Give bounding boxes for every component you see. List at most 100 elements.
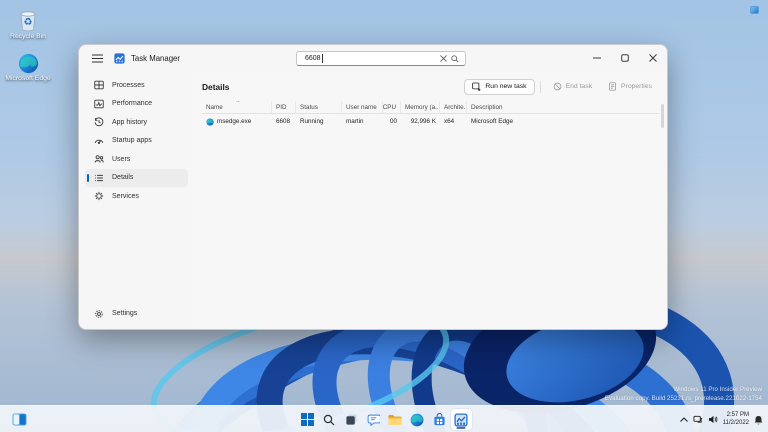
performance-icon (94, 99, 104, 109)
network-icon[interactable] (693, 415, 703, 424)
column-header-status[interactable]: Status (296, 100, 342, 114)
edge-icon (4, 53, 52, 74)
cell-status: Running (300, 118, 324, 125)
scrollbar-thumb[interactable] (661, 104, 664, 128)
pane-toolbar: Details Run new task End task Properties (202, 76, 659, 97)
taskbar-search-button[interactable] (319, 409, 340, 430)
end-task-icon (553, 82, 561, 91)
details-icon (95, 174, 103, 181)
desktop-icon-label: Microsoft Edge (5, 75, 51, 83)
sidebar-item-label: Services (112, 192, 139, 200)
desktop-icon-recycle-bin[interactable]: ♻ Recycle Bin (4, 8, 52, 41)
window-controls (583, 45, 667, 71)
task-manager-window: Task Manager 6608 Processes Performance … (78, 44, 668, 330)
table-row[interactable]: msedge.exe 6608 Running martin 00 92,996… (202, 114, 659, 129)
sidebar-item-label: Processes (112, 81, 145, 89)
sidebar-item-label: Users (112, 155, 131, 163)
corner-widget-icon (750, 6, 759, 14)
file-explorer-button[interactable] (385, 409, 406, 430)
services-icon (94, 192, 104, 201)
details-table: Name PID Status User name CPU Memory (a.… (202, 100, 659, 129)
tray-chevron-up-icon[interactable] (679, 417, 688, 422)
microsoft-store-icon (433, 413, 445, 426)
sidebar-item-label: App history (112, 118, 148, 126)
chat-button[interactable] (363, 409, 384, 430)
sidebar-item-label: Startup apps (112, 137, 152, 145)
search-icon (323, 414, 335, 425)
windows-start-icon (300, 413, 314, 426)
sidebar-item-app-history[interactable]: App history (85, 113, 188, 132)
task-manager-button[interactable] (450, 409, 472, 430)
svg-text:♻: ♻ (24, 17, 33, 28)
end-task-label: End task (565, 83, 593, 90)
column-header-name[interactable]: Name (202, 100, 272, 114)
properties-icon (609, 82, 616, 91)
processes-icon (94, 80, 104, 90)
watermark-line1: Windows 11 Pro Insider Preview (673, 386, 762, 394)
cell-cpu: 00 (389, 118, 397, 125)
clock[interactable]: 2:57 PM 11/2/2022 (723, 412, 749, 427)
sidebar-item-label: Settings (112, 310, 138, 318)
task-manager-app-icon (114, 52, 125, 64)
run-new-task-icon (472, 82, 481, 91)
build-watermark: Windows 11 Pro Insider Preview Evaluatio… (605, 386, 762, 403)
sidebar-item-details[interactable]: Details (85, 168, 188, 187)
column-header-architecture[interactable]: Archite... (440, 100, 467, 114)
titlebar[interactable]: Task Manager 6608 (79, 45, 667, 71)
sidebar: Processes Performance App history Startu… (79, 71, 194, 329)
notification-bell-icon[interactable] (754, 415, 763, 425)
task-view-button[interactable] (341, 409, 362, 430)
column-header-description[interactable]: Description (467, 101, 659, 114)
sidebar-item-startup-apps[interactable]: Startup apps (85, 132, 188, 151)
cell-description: Microsoft Edge (471, 118, 513, 125)
startup-apps-icon (94, 139, 104, 144)
sidebar-item-performance[interactable]: Performance (85, 95, 188, 114)
cell-architecture: x64 (444, 118, 455, 125)
app-history-icon (94, 117, 104, 127)
column-header-memory[interactable]: Memory (a... (401, 100, 440, 114)
task-view-icon (345, 414, 357, 425)
edge-button[interactable] (407, 409, 428, 430)
edge-icon (410, 413, 424, 426)
toolbar-separator (539, 80, 541, 93)
details-pane: Details Run new task End task Properties… (194, 71, 667, 329)
cell-name: msedge.exe (217, 118, 252, 125)
recycle-bin-icon: ♻ (4, 8, 52, 32)
search-icon[interactable] (449, 53, 460, 64)
cell-memory: 92,996 K (410, 118, 436, 125)
text-caret (321, 54, 323, 63)
desktop-icon-microsoft-edge[interactable]: Microsoft Edge (4, 53, 52, 83)
column-header-cpu[interactable]: CPU (383, 100, 401, 114)
sidebar-item-settings[interactable]: Settings (85, 305, 188, 324)
column-header-user-name[interactable]: User name (342, 100, 383, 114)
cell-user-name: martin (346, 118, 364, 125)
watermark-line2: Evaluation copy. Build 25231.rs_prerelea… (604, 394, 762, 402)
run-new-task-button[interactable]: Run new task (464, 78, 535, 95)
end-task-button[interactable]: End task (546, 80, 599, 94)
sidebar-item-services[interactable]: Services (85, 187, 188, 206)
cell-pid: 6608 (276, 118, 291, 125)
minimize-button[interactable] (583, 45, 611, 71)
volume-icon[interactable] (708, 415, 718, 424)
tray-time: 2:57 PM (726, 412, 749, 418)
close-button[interactable] (639, 45, 667, 71)
search-value: 6608 (305, 55, 321, 62)
start-button[interactable] (297, 409, 318, 430)
maximize-button[interactable] (611, 45, 639, 71)
sidebar-item-users[interactable]: Users (85, 150, 188, 169)
edge-icon (206, 117, 214, 126)
properties-button[interactable]: Properties (601, 80, 659, 94)
users-icon (94, 155, 104, 163)
column-header-pid[interactable]: PID (272, 100, 296, 114)
taskbar: 2:57 PM 11/2/2022 (0, 405, 768, 432)
search-input[interactable]: 6608 (296, 51, 466, 66)
sidebar-item-label: Performance (112, 100, 153, 108)
table-header-row: Name PID Status User name CPU Memory (a.… (202, 100, 659, 114)
tray-date: 11/2/2022 (722, 419, 749, 426)
window-title: Task Manager (131, 53, 180, 63)
taskbar-icons (0, 409, 768, 430)
hamburger-menu-icon[interactable] (88, 49, 106, 67)
microsoft-store-button[interactable] (429, 409, 450, 430)
sidebar-item-processes[interactable]: Processes (85, 76, 188, 95)
clear-search-icon[interactable] (438, 53, 449, 64)
